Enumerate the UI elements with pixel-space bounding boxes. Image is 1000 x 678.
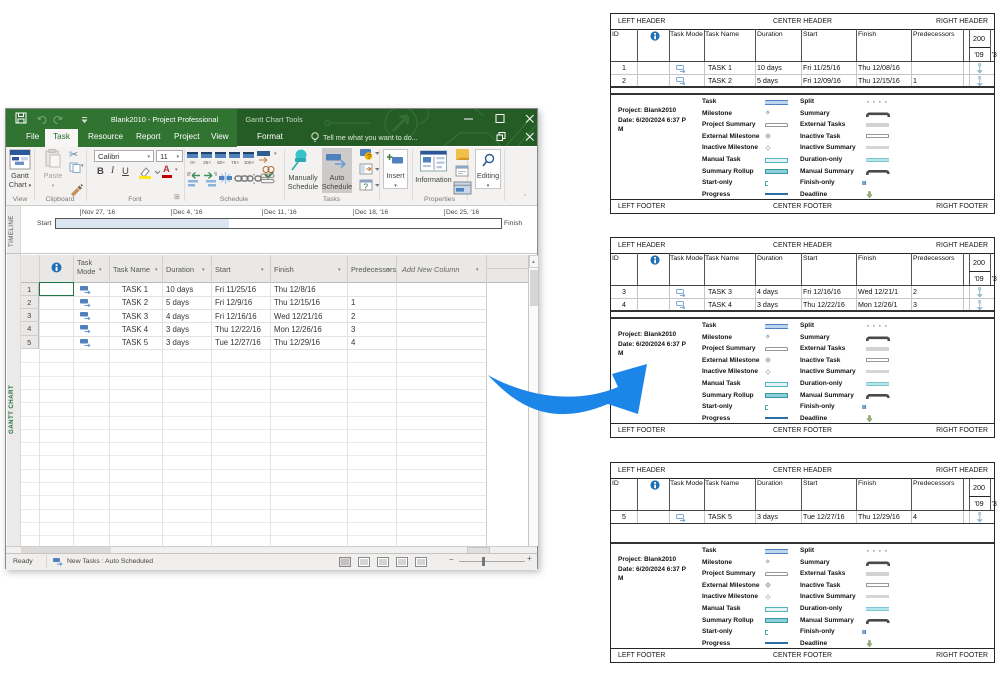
svg-text:?: ? (367, 154, 371, 161)
svg-text:?: ? (364, 183, 369, 192)
